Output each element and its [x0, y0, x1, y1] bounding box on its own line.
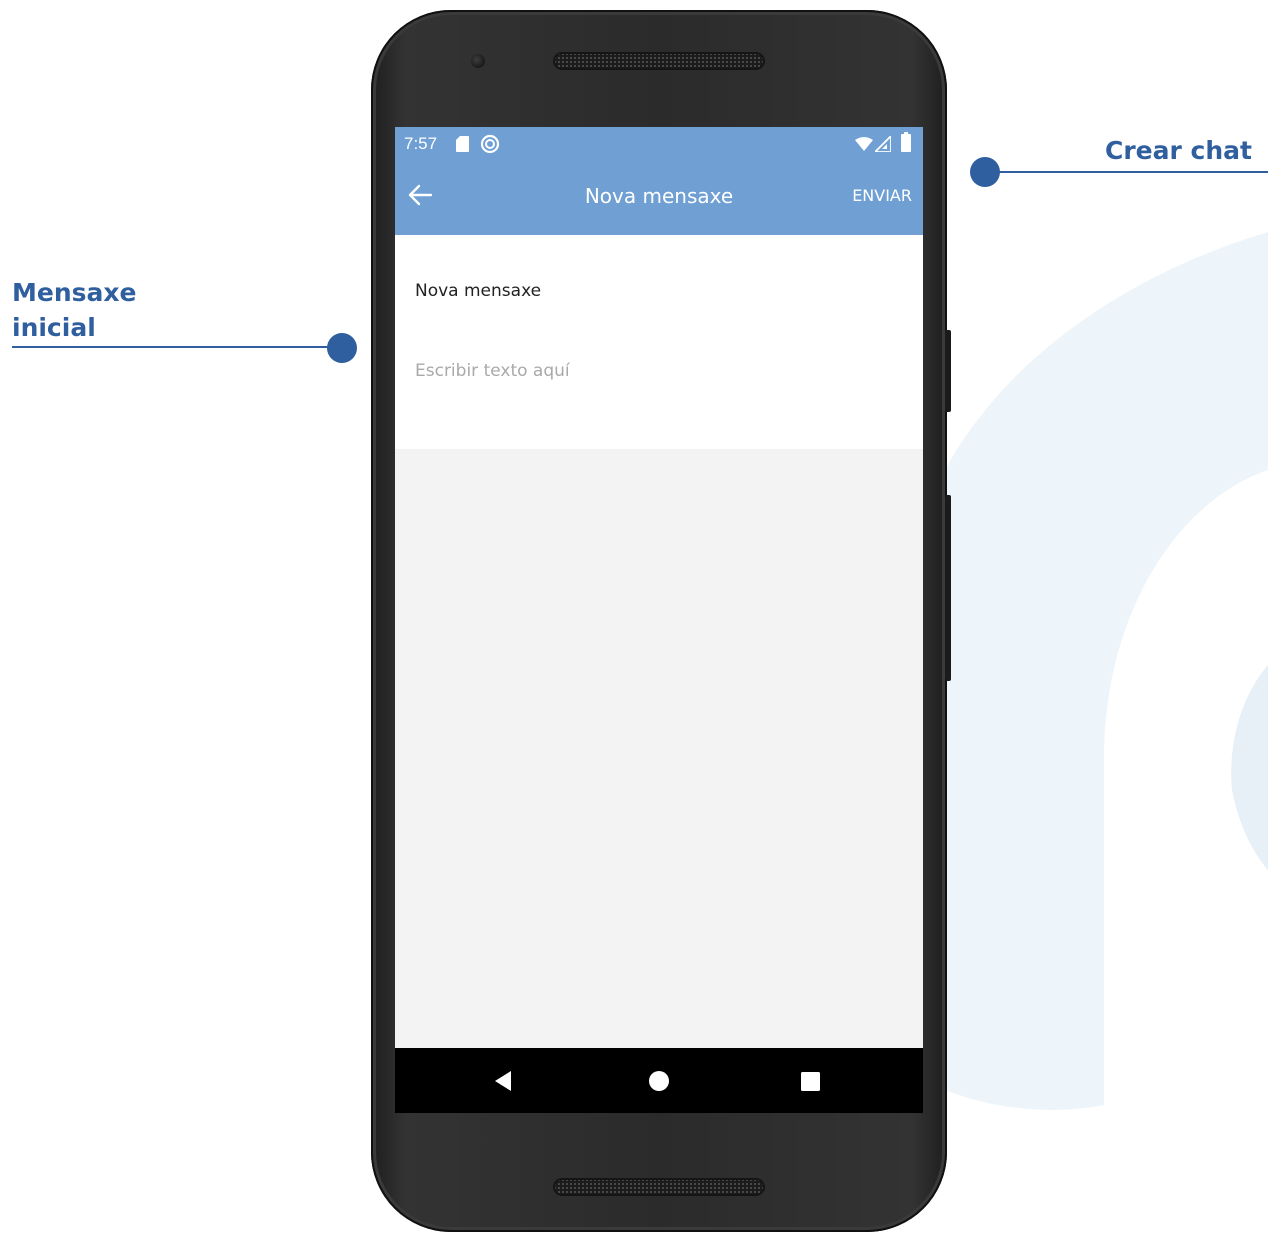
- page-title: Nova mensaxe: [584, 184, 734, 208]
- callout-mensaxe-inicial-line1: Mensaxe: [12, 278, 137, 307]
- phone-screen: 7:57 Nova mensaxe ENVIAR Nova mensaxe Es…: [395, 127, 923, 1113]
- callout-mensaxe-inicial-dot: [327, 333, 357, 363]
- wifi-icon: [855, 137, 873, 151]
- back-arrow-icon[interactable]: [405, 181, 435, 209]
- message-form: [395, 235, 923, 449]
- message-body-input[interactable]: [415, 359, 903, 419]
- battery-icon: [901, 132, 911, 152]
- bottom-speaker: [553, 1178, 765, 1196]
- sync-icon: [480, 134, 500, 154]
- volume-button: [945, 330, 951, 412]
- callout-mensaxe-inicial-line2: inicial: [12, 313, 96, 342]
- signal-icon: [875, 136, 891, 152]
- back-triangle-icon[interactable]: [492, 1069, 516, 1093]
- app-bar: 7:57 Nova mensaxe ENVIAR: [395, 127, 923, 235]
- callout-crear-chat-dot: [970, 157, 1000, 187]
- status-time: 7:57: [404, 134, 438, 153]
- phone-frame: 7:57 Nova mensaxe ENVIAR Nova mensaxe Es…: [371, 10, 951, 1232]
- callout-mensaxe-inicial-line: [12, 346, 342, 348]
- send-button[interactable]: ENVIAR: [852, 185, 912, 207]
- power-button: [945, 495, 951, 681]
- sd-card-icon: [456, 136, 469, 152]
- presentation-slide: Crear chat Mensaxe inicial 7:57 Nova men…: [0, 0, 1268, 1234]
- front-camera-icon: [471, 54, 485, 68]
- earpiece-speaker: [553, 52, 765, 70]
- recents-square-icon[interactable]: [798, 1069, 822, 1093]
- subject-input[interactable]: [415, 279, 903, 303]
- callout-crear-chat: Crear chat: [1105, 136, 1252, 165]
- android-nav-bar: [395, 1048, 923, 1113]
- home-circle-icon[interactable]: [647, 1069, 671, 1093]
- callout-crear-chat-line: [985, 171, 1268, 173]
